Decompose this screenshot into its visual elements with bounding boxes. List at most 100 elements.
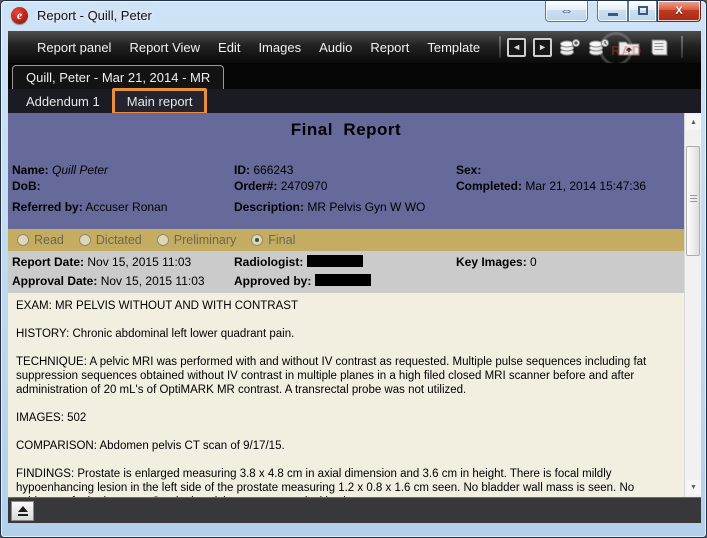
technique-paragraph: TECHNIQUE: A pelvic MRI was performed wi… xyxy=(16,355,676,397)
menu-report[interactable]: Report xyxy=(361,40,418,55)
radio-final[interactable]: Final xyxy=(251,233,295,247)
radio-preliminary[interactable]: Preliminary xyxy=(157,233,237,247)
main-report-tab-highlight: Main report xyxy=(112,88,208,115)
radio-read-circle[interactable] xyxy=(17,234,29,246)
exam-paragraph: EXAM: MR PELVIS WITHOUT AND WITH CONTRAS… xyxy=(16,299,676,313)
maximize-icon xyxy=(638,6,648,15)
menu-images[interactable]: Images xyxy=(249,40,310,55)
menu-template[interactable]: Template xyxy=(418,40,489,55)
report-title: Final Report xyxy=(8,113,684,140)
close-icon: X xyxy=(675,5,682,17)
book-icon[interactable] xyxy=(648,38,670,57)
description-value: MR Pelvis Gyn W WO xyxy=(307,200,425,214)
report-window: e Report - Quill, Peter ⇔ X Report panel… xyxy=(0,0,707,538)
collapse-panel-button[interactable] xyxy=(11,501,34,521)
approved-by-cell: Approved by: xyxy=(234,274,371,288)
referred-by-label: Referred by: xyxy=(12,200,83,214)
id-value: 666243 xyxy=(253,163,293,177)
eject-icon xyxy=(18,506,28,512)
patient-column-1: Name: Quill Peter DoB: Referred by: Accu… xyxy=(12,162,167,215)
status-bar: Read Dictated Preliminary Final xyxy=(8,229,684,251)
radio-preliminary-label: Preliminary xyxy=(174,233,237,247)
order-label: Order#: xyxy=(234,179,277,193)
referred-by-row: Referred by: Accuser Ronan xyxy=(12,199,167,215)
flip-window-button[interactable]: ⇔ xyxy=(545,1,588,22)
sex-label: Sex: xyxy=(456,163,481,177)
name-label: Name: xyxy=(12,163,49,177)
window-body: Report panel Report View Edit Images Aud… xyxy=(8,31,701,523)
sex-row: Sex: xyxy=(456,162,646,178)
order-value: 2470970 xyxy=(281,179,328,193)
study-tab-bar: Quill, Peter - Mar 21, 2014 - MR xyxy=(8,63,701,89)
report-body-text[interactable]: EXAM: MR PELVIS WITHOUT AND WITH CONTRAS… xyxy=(8,293,684,497)
description-row: Description: MR Pelvis Gyn W WO xyxy=(234,199,425,215)
tab-main-report[interactable]: Main report xyxy=(115,91,205,112)
bottom-bar xyxy=(8,497,701,523)
toolbar: RAD ◄ ► xyxy=(507,36,683,58)
scroll-up-button[interactable]: ▲ xyxy=(686,115,701,130)
patient-dob-row: DoB: xyxy=(12,178,167,194)
records-clock-icon[interactable] xyxy=(588,37,610,57)
report-tab-bar: Addendum 1 Main report xyxy=(8,89,701,113)
maximize-button[interactable] xyxy=(628,1,657,22)
records-add-icon[interactable] xyxy=(559,37,581,57)
next-report-icon[interactable]: ► xyxy=(533,38,552,57)
report-date-cell: Report Date: Nov 15, 2015 11:03 xyxy=(12,255,191,269)
radio-preliminary-circle[interactable] xyxy=(157,234,169,246)
toolbar-separator xyxy=(499,36,501,58)
scrollbar-thumb[interactable] xyxy=(686,146,700,256)
description-label: Description: xyxy=(234,200,304,214)
radio-dictated[interactable]: Dictated xyxy=(79,233,142,247)
menu-report-view[interactable]: Report View xyxy=(120,40,209,55)
images-paragraph: IMAGES: 502 xyxy=(16,411,676,425)
radio-dictated-circle[interactable] xyxy=(79,234,91,246)
referred-by-value: Accuser Ronan xyxy=(85,200,167,214)
approved-by-label: Approved by: xyxy=(234,274,311,288)
tab-addendum-1[interactable]: Addendum 1 xyxy=(14,91,112,112)
menu-edit[interactable]: Edit xyxy=(209,40,249,55)
menu-audio[interactable]: Audio xyxy=(310,40,361,55)
tab-study[interactable]: Quill, Peter - Mar 21, 2014 - MR xyxy=(12,65,224,89)
title-bar[interactable]: e Report - Quill, Peter ⇔ X xyxy=(1,1,706,31)
scroll-down-button[interactable]: ▼ xyxy=(686,480,701,495)
history-paragraph: HISTORY: Chronic abdominal left lower qu… xyxy=(16,327,676,341)
close-button[interactable]: X xyxy=(657,1,701,22)
id-label: ID: xyxy=(234,163,250,177)
minimize-button[interactable] xyxy=(597,1,628,22)
menu-bar: Report panel Report View Edit Images Aud… xyxy=(8,31,701,63)
radio-final-label: Final xyxy=(268,233,295,247)
window-title: Report - Quill, Peter xyxy=(37,8,152,23)
dob-label: DoB: xyxy=(12,179,41,193)
radio-dictated-label: Dictated xyxy=(96,233,142,247)
approval-date-value: Nov 15, 2015 11:03 xyxy=(101,274,205,288)
report-header: Final Report Name: Quill Peter DoB: Refe… xyxy=(8,113,684,229)
key-images-cell: Key Images: 0 xyxy=(456,255,537,269)
completed-row: Completed: Mar 21, 2014 15:47:36 xyxy=(456,178,646,194)
report-date-value: Nov 15, 2015 11:03 xyxy=(87,255,191,269)
patient-name-row: Name: Quill Peter xyxy=(12,162,167,178)
comparison-paragraph: COMPARISON: Abdomen pelvis CT scan of 9/… xyxy=(16,439,676,453)
radio-read[interactable]: Read xyxy=(17,233,64,247)
minimize-icon xyxy=(608,13,618,16)
radiologist-label: Radiologist: xyxy=(234,255,303,269)
double-arrow-icon: ⇔ xyxy=(560,2,574,18)
folder-import-icon[interactable] xyxy=(617,38,641,57)
patient-id-row: ID: 666243 xyxy=(234,162,425,178)
report-meta-bar: Report Date: Nov 15, 2015 11:03 Radiolog… xyxy=(8,251,684,293)
radio-final-circle[interactable] xyxy=(251,234,263,246)
toolbar-end-separator xyxy=(681,36,683,58)
radiologist-cell: Radiologist: xyxy=(234,255,363,269)
report-content: Final Report Name: Quill Peter DoB: Refe… xyxy=(8,113,701,497)
order-row: Order#: 2470970 xyxy=(234,178,425,194)
patient-column-2: ID: 666243 Order#: 2470970 Description: … xyxy=(234,162,425,215)
vertical-scrollbar[interactable]: ▲ ▼ xyxy=(684,113,701,497)
menu-report-panel[interactable]: Report panel xyxy=(28,40,120,55)
previous-report-icon[interactable]: ◄ xyxy=(507,38,526,57)
meta-row-2: Approval Date: Nov 15, 2015 11:03 Approv… xyxy=(8,274,684,291)
completed-value: Mar 21, 2014 15:47:36 xyxy=(525,179,646,193)
report-date-label: Report Date: xyxy=(12,255,84,269)
completed-label: Completed: xyxy=(456,179,522,193)
key-images-label: Key Images: xyxy=(456,255,527,269)
radiologist-redaction xyxy=(307,255,363,267)
radio-read-label: Read xyxy=(34,233,64,247)
